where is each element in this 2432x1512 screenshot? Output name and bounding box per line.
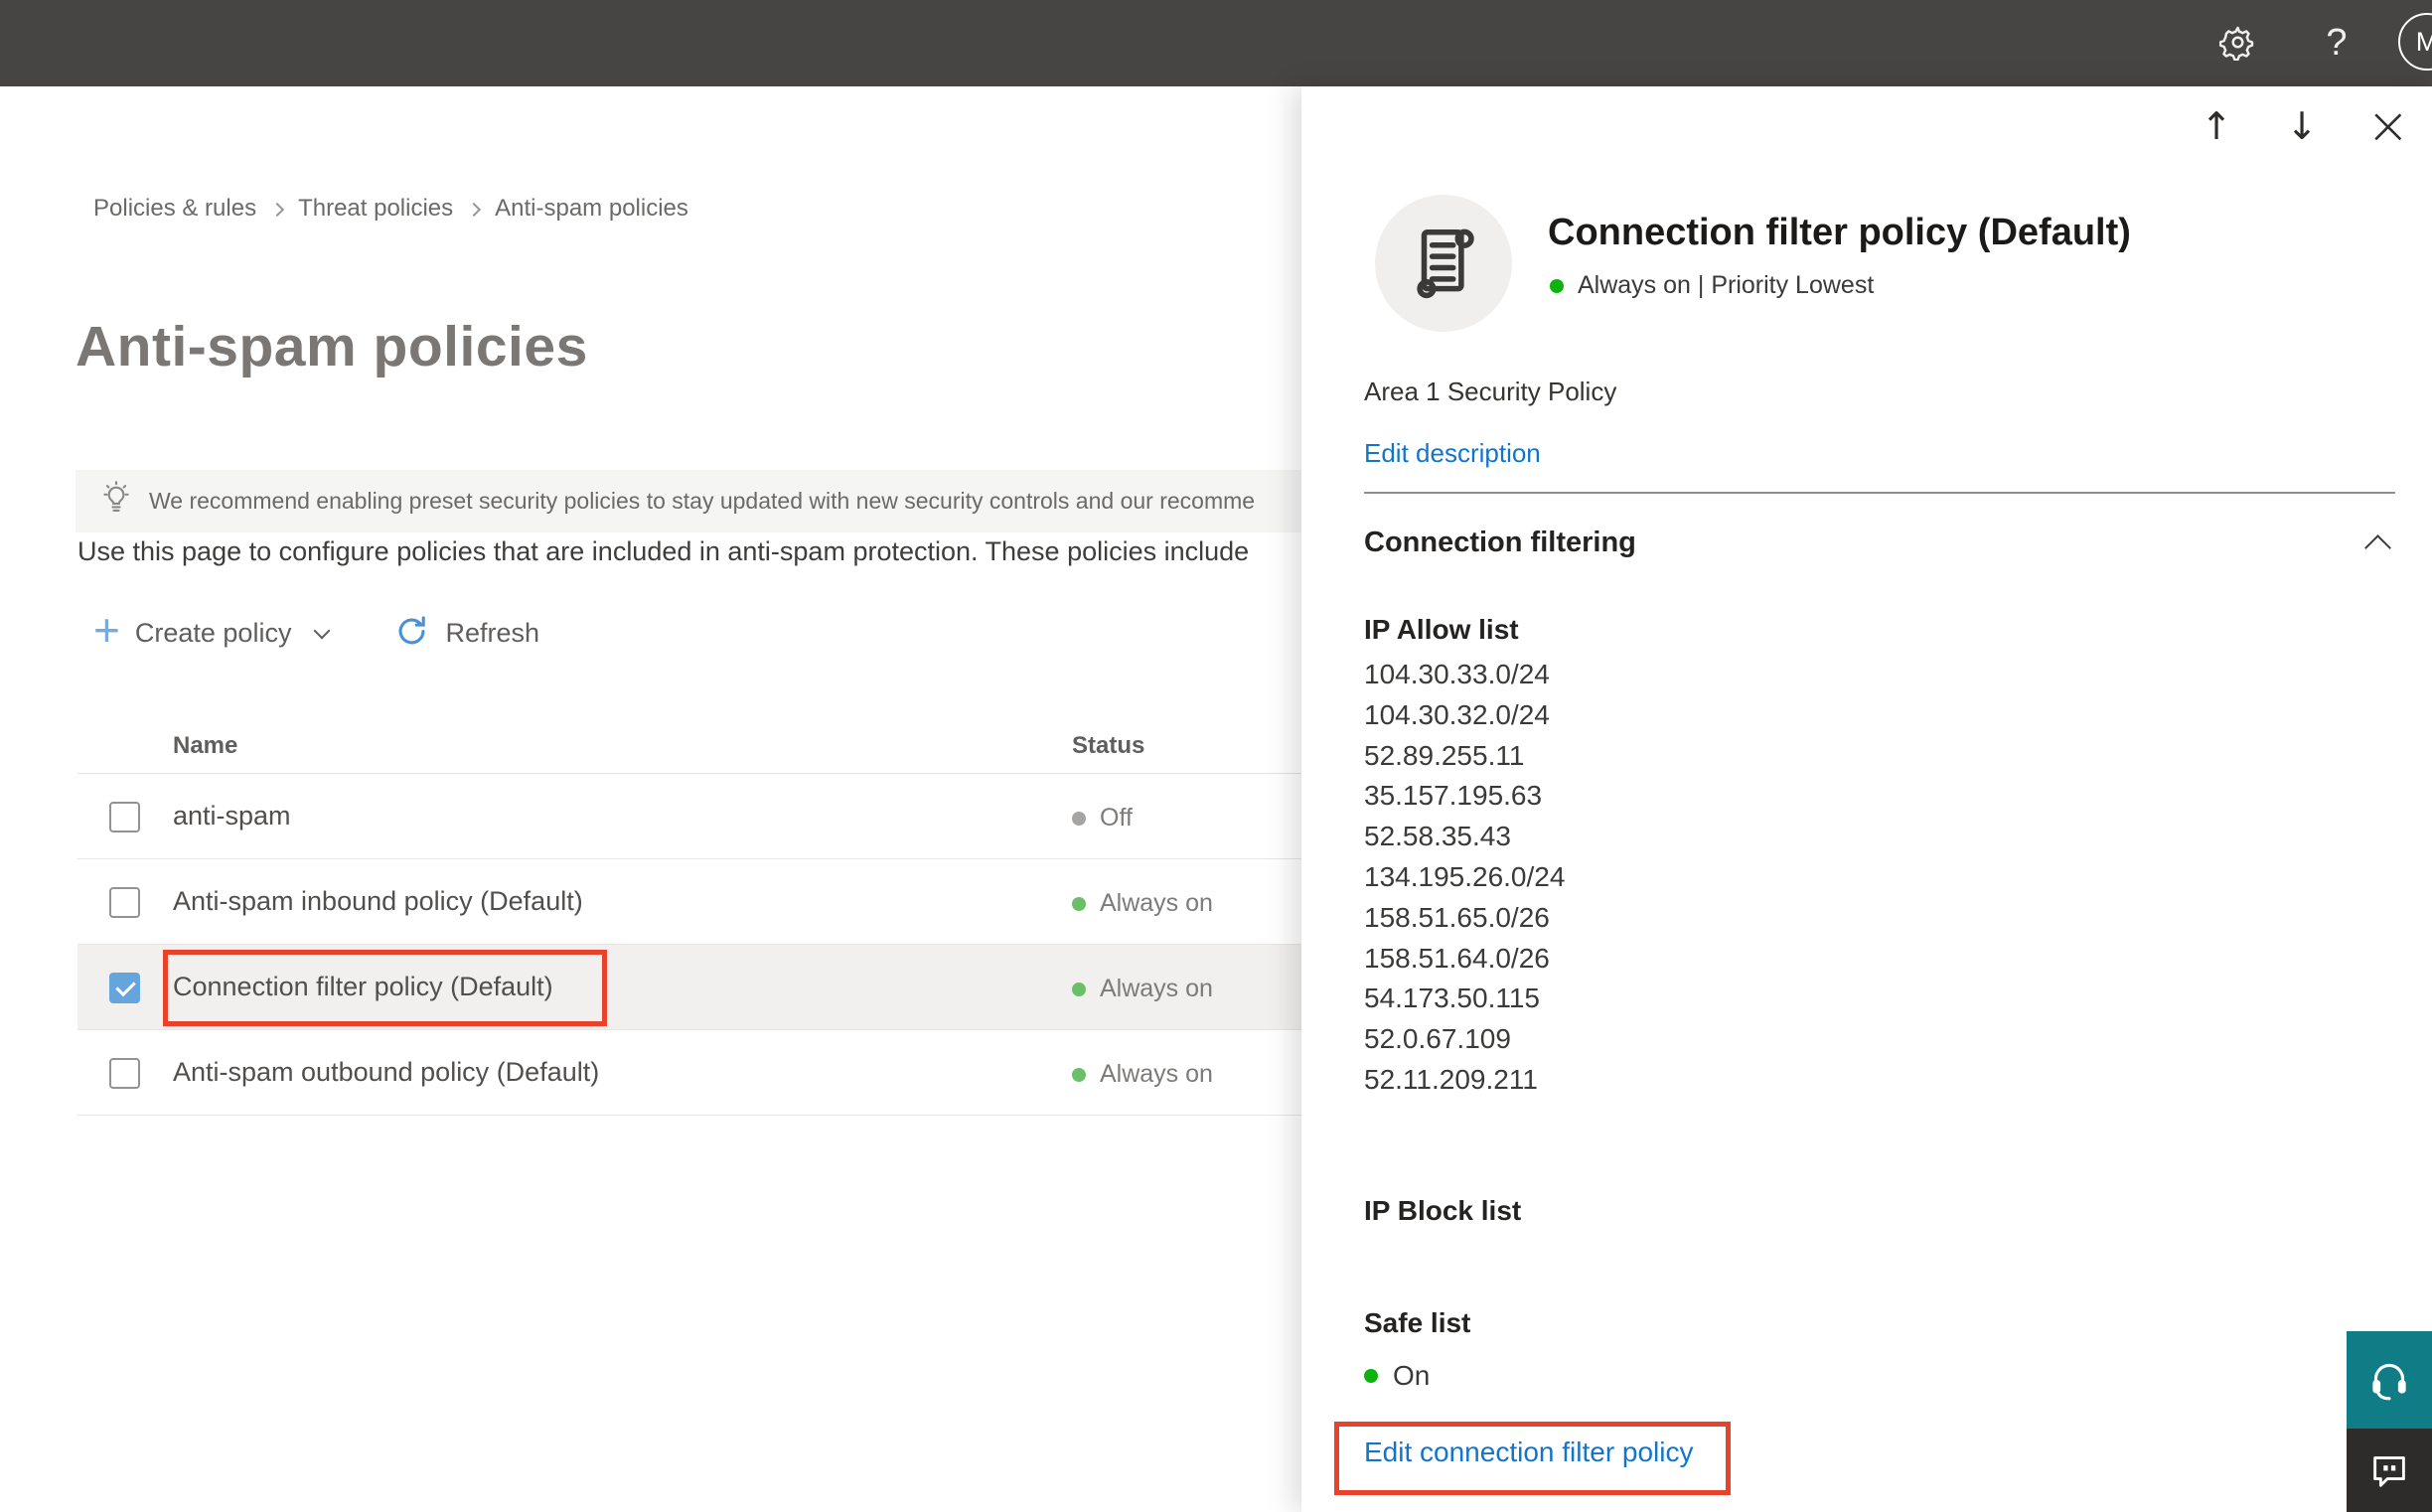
avatar-initial: M [2415, 26, 2432, 57]
status-dot-on [1072, 1067, 1086, 1082]
next-item-button[interactable]: ↓ [2281, 102, 2323, 150]
panel-title: Connection filter policy (Default) [1548, 212, 2131, 253]
previous-item-button[interactable]: ↑ [2196, 102, 2237, 150]
arrow-down-icon: ↓ [2286, 104, 2318, 148]
row-checkbox[interactable] [109, 802, 140, 832]
table-row-anti-spam[interactable]: anti-spam Off [77, 774, 1301, 859]
breadcrumb-anti-spam-policies[interactable]: Anti-spam policies [495, 195, 688, 223]
help-button[interactable]: ? [2303, 0, 2370, 86]
ip-entry: 52.58.35.43 [1364, 821, 1511, 852]
status-dot-on [1072, 982, 1086, 996]
arrow-up-icon: ↑ [2201, 104, 2232, 148]
row-name[interactable]: Anti-spam inbound policy (Default) [173, 886, 583, 917]
status-dot-on [1550, 278, 1564, 293]
ip-allow-list-label: IP Allow list [1364, 614, 1519, 645]
edit-connection-filter-policy-link[interactable]: Edit connection filter policy [1364, 1436, 1694, 1468]
breadcrumb-threat-policies[interactable]: Threat policies [298, 195, 453, 223]
page-title: Anti-spam policies [76, 315, 588, 378]
row-name[interactable]: Connection filter policy (Default) [173, 972, 553, 1002]
status-dot-on [1364, 1369, 1378, 1383]
status-dot-off [1072, 811, 1086, 826]
feedback-icon [2366, 1446, 2412, 1495]
ip-entry: 104.30.32.0/24 [1364, 698, 1550, 730]
chevron-right-icon [467, 202, 482, 218]
column-header-status[interactable]: Status [1072, 732, 1144, 760]
row-status: Always on [1072, 975, 1213, 1003]
scroll-policy-icon [1411, 223, 1476, 305]
settings-button[interactable] [2204, 0, 2271, 86]
row-name[interactable]: anti-spam [173, 801, 291, 832]
refresh-button[interactable]: Refresh [393, 613, 539, 653]
lightbulb-icon [99, 479, 133, 524]
panel-nav: ↑ ↓ × [2196, 100, 2410, 152]
breadcrumb-policies-rules[interactable]: Policies & rules [93, 195, 256, 223]
ip-entry: 104.30.33.0/24 [1364, 659, 1550, 689]
row-checkbox[interactable] [109, 887, 140, 918]
ip-entry: 52.11.209.211 [1364, 1063, 1538, 1095]
column-header-name[interactable]: Name [173, 732, 237, 760]
close-panel-button[interactable]: × [2366, 100, 2410, 152]
section-connection-filtering[interactable]: Connection filtering [1364, 527, 2395, 561]
safe-list-label: Safe list [1364, 1307, 1471, 1338]
panel-status-line: Always on | Priority Lowest [1550, 271, 1874, 300]
feedback-button[interactable] [2347, 1429, 2432, 1512]
headset-icon [2364, 1354, 2414, 1407]
screen: ? M Policies & rules Threat policies Ant… [0, 0, 2432, 1512]
topbar: ? M [0, 0, 2432, 86]
plus-icon: + [93, 604, 120, 656]
create-policy-button[interactable]: + Create policy [93, 607, 331, 653]
row-checkbox[interactable] [109, 1058, 140, 1089]
policy-description: Area 1 Security Policy [1364, 377, 1617, 406]
policy-table: Name Status anti-spam Off Anti-spam inbo… [77, 722, 1301, 1116]
gear-icon [2218, 24, 2256, 64]
row-status: Always on [1072, 1060, 1213, 1089]
row-checkbox-checked[interactable] [109, 973, 140, 1003]
ip-entry: 134.195.26.0/24 [1364, 860, 1566, 892]
refresh-icon [393, 613, 430, 653]
banner-text: We recommend enabling preset security po… [149, 488, 1256, 514]
table-header: Name Status [77, 722, 1301, 774]
row-status: Off [1072, 804, 1133, 832]
ip-entry: 158.51.65.0/26 [1364, 901, 1550, 933]
row-status: Always on [1072, 889, 1213, 918]
safe-list-status: On [1364, 1360, 1430, 1392]
row-name[interactable]: Anti-spam outbound policy (Default) [173, 1057, 599, 1088]
section-title: Connection filtering [1364, 527, 1636, 558]
toolbar: + Create policy Refresh [93, 607, 539, 658]
ip-entry: 158.51.64.0/26 [1364, 942, 1550, 974]
ip-entry: 52.89.255.11 [1364, 739, 1525, 771]
edit-description-link[interactable]: Edit description [1364, 438, 1541, 469]
chevron-up-icon[interactable] [2364, 534, 2391, 561]
ip-allow-list: 104.30.33.0/24 104.30.32.0/24 52.89.255.… [1364, 655, 1565, 1101]
divider [1364, 492, 2395, 494]
ip-entry: 52.0.67.109 [1364, 1023, 1511, 1055]
refresh-label: Refresh [445, 617, 539, 648]
help-icon: ? [2326, 22, 2348, 64]
policy-icon-circle [1375, 195, 1512, 332]
table-row-connection-filter-policy[interactable]: Connection filter policy (Default) Alway… [77, 945, 1301, 1030]
create-policy-label: Create policy [134, 617, 292, 648]
avatar[interactable]: M [2398, 13, 2432, 71]
table-row-inbound-policy[interactable]: Anti-spam inbound policy (Default) Alway… [77, 859, 1301, 945]
support-button[interactable] [2347, 1331, 2432, 1429]
chevron-down-icon [313, 622, 331, 640]
close-icon: × [2366, 96, 2410, 156]
details-panel: ↑ ↓ × Connection filter policy (Default) [1301, 86, 2432, 1512]
table-row-outbound-policy[interactable]: Anti-spam outbound policy (Default) Alwa… [77, 1030, 1301, 1116]
chevron-right-icon [269, 202, 285, 218]
ip-entry: 54.173.50.115 [1364, 983, 1540, 1014]
breadcrumb: Policies & rules Threat policies Anti-sp… [93, 195, 688, 223]
ip-block-list-label: IP Block list [1364, 1195, 1522, 1226]
status-dot-on [1072, 896, 1086, 911]
ip-entry: 35.157.195.63 [1364, 780, 1543, 812]
